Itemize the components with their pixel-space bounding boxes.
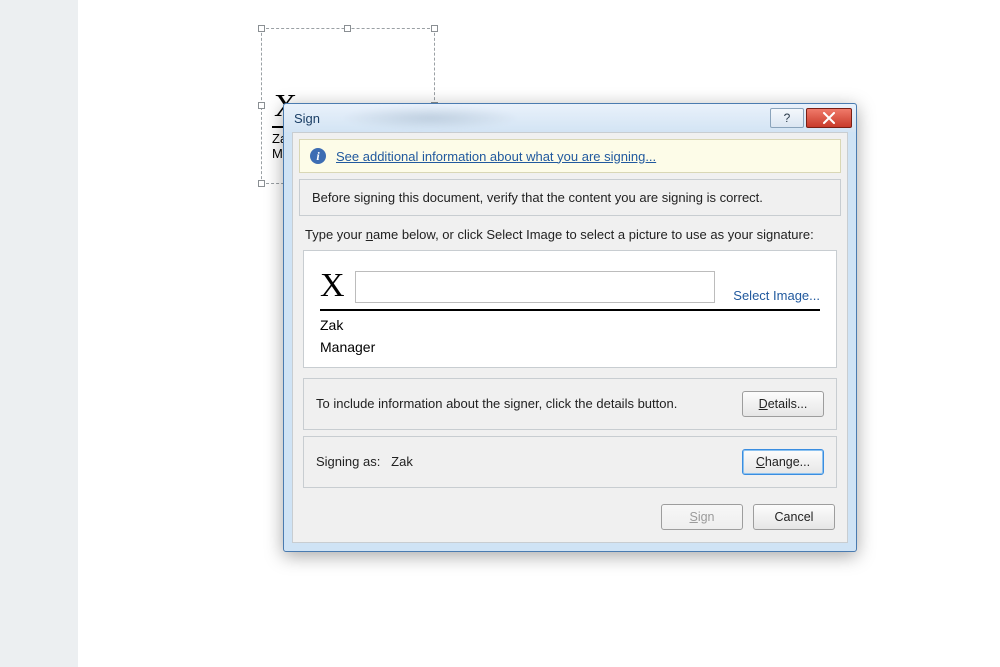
- dialog-body: i See additional information about what …: [292, 132, 848, 543]
- resize-handle[interactable]: [431, 25, 438, 32]
- signing-as-label: Signing as:: [316, 454, 380, 469]
- dialog-footer: Sign Cancel: [293, 494, 847, 542]
- verify-warning: Before signing this document, verify tha…: [299, 179, 841, 216]
- help-icon: ?: [784, 111, 791, 125]
- preview-signer-title: Manager: [320, 339, 820, 355]
- signature-preview-box: X Select Image... Zak Manager: [303, 250, 837, 368]
- info-banner: i See additional information about what …: [299, 139, 841, 173]
- change-button[interactable]: Change...: [742, 449, 824, 475]
- resize-handle[interactable]: [344, 25, 351, 32]
- signing-as-value: Zak: [391, 454, 413, 469]
- signing-as-section: Signing as: Zak Change...: [303, 436, 837, 488]
- dialog-title: Sign: [294, 111, 320, 126]
- signature-input-row: X Select Image...: [320, 269, 820, 303]
- signature-divider: [320, 309, 820, 311]
- titlebar-controls: ?: [770, 108, 852, 128]
- sign-button[interactable]: Sign: [661, 504, 743, 530]
- help-button[interactable]: ?: [770, 108, 804, 128]
- close-icon: [822, 112, 836, 124]
- sign-dialog: Sign ? i See additional information abou…: [283, 103, 857, 552]
- verify-text: Before signing this document, verify tha…: [312, 190, 763, 205]
- title-blur-area: [340, 106, 520, 130]
- details-text: To include information about the signer,…: [316, 396, 730, 411]
- close-button[interactable]: [806, 108, 852, 128]
- signature-name-input[interactable]: [355, 271, 716, 303]
- signing-as-text: Signing as: Zak: [316, 454, 730, 469]
- instruction-text: Type your name below, or click Select Im…: [305, 226, 835, 244]
- select-image-link[interactable]: Select Image...: [733, 288, 820, 303]
- details-section: To include information about the signer,…: [303, 378, 837, 430]
- dialog-titlebar[interactable]: Sign ?: [284, 104, 856, 132]
- additional-info-link[interactable]: See additional information about what yo…: [336, 149, 656, 164]
- info-icon: i: [310, 148, 326, 164]
- details-button[interactable]: Details...: [742, 391, 824, 417]
- resize-handle[interactable]: [258, 180, 265, 187]
- resize-handle[interactable]: [258, 102, 265, 109]
- cancel-button[interactable]: Cancel: [753, 504, 835, 530]
- preview-signer-name: Zak: [320, 317, 820, 333]
- resize-handle[interactable]: [258, 25, 265, 32]
- signature-x-mark: X: [320, 269, 345, 303]
